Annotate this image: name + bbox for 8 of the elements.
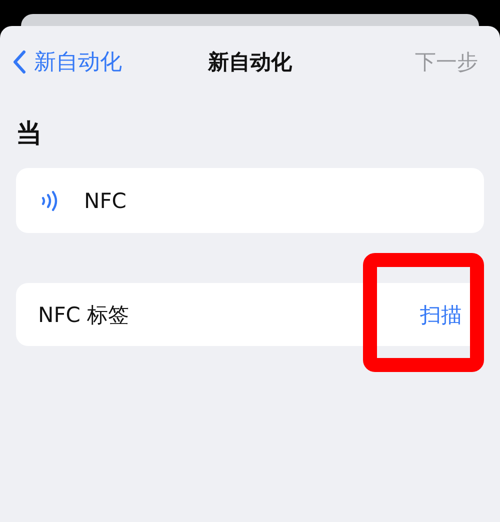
trigger-label: NFC [84,188,126,212]
tag-label: NFC 标签 [38,302,130,328]
section-title: 当 [16,118,42,150]
trigger-row[interactable]: NFC [16,168,484,233]
chevron-left-icon [12,50,26,74]
nav-title: 新自动化 [208,49,292,76]
back-button[interactable]: 新自动化 [6,46,128,78]
scan-button[interactable]: 扫描 [420,300,462,328]
